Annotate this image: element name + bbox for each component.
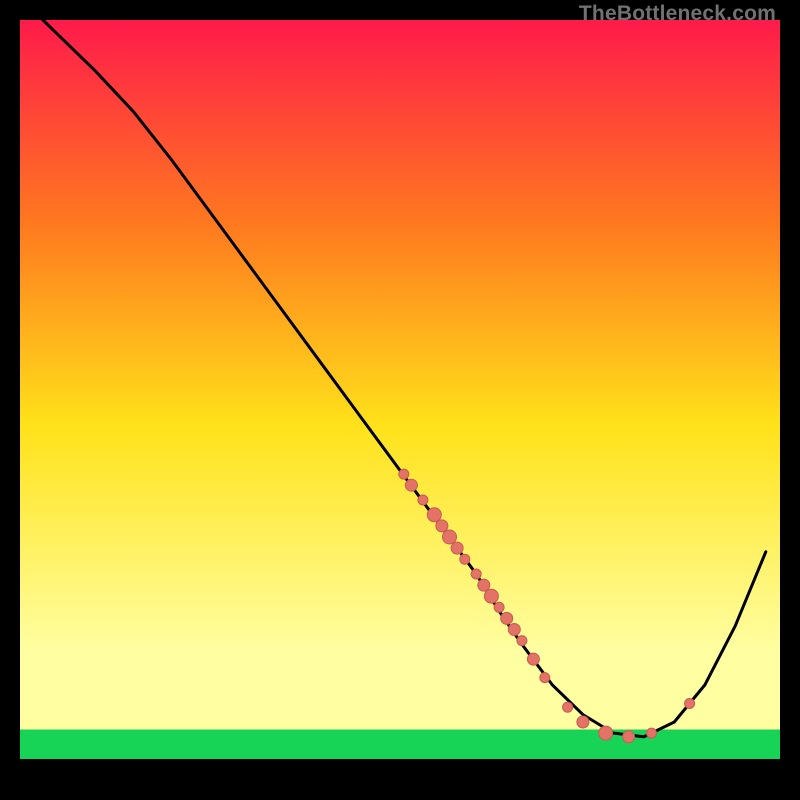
data-dot [647,728,657,738]
watermark-text: TheBottleneck.com [579,2,776,26]
data-dot [427,508,441,522]
data-dot [517,636,527,646]
data-dot [405,479,417,491]
data-dot [501,612,513,624]
gradient-background [19,19,781,759]
data-dot [451,542,463,554]
data-dot [599,726,613,740]
data-dot [527,653,539,665]
data-dot [436,520,448,532]
chart-frame [18,18,782,782]
data-dot [418,495,428,505]
data-dot [460,554,470,564]
chart-svg [18,18,782,782]
data-dot [623,731,635,743]
data-dot [494,602,504,612]
data-dot [577,716,589,728]
data-dot [471,569,481,579]
data-dot [484,589,498,603]
data-dot [685,699,695,709]
data-dot [478,579,490,591]
data-dot [443,530,457,544]
axis-bottom-band [19,759,781,781]
data-dot [508,624,520,636]
data-dot [563,702,573,712]
data-dot [399,469,409,479]
data-dot [540,673,550,683]
